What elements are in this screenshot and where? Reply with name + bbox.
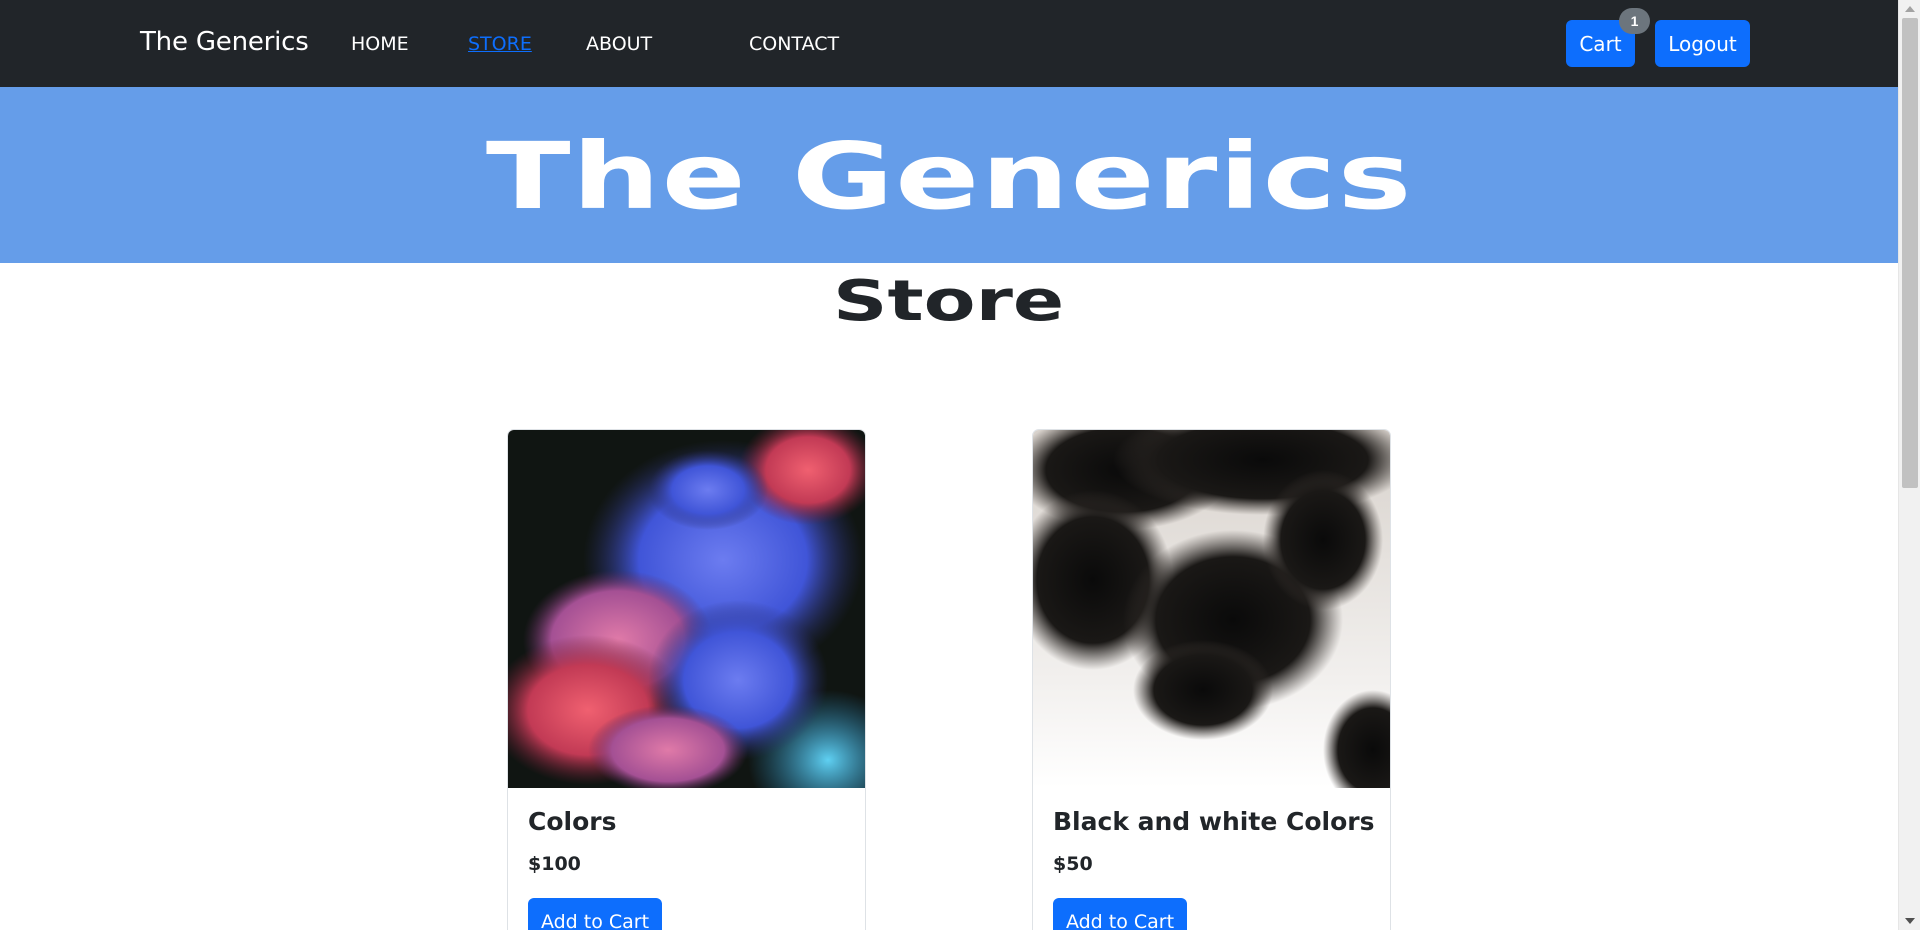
scroll-up-arrow-icon[interactable] (1905, 6, 1915, 12)
nav-contact[interactable]: CONTACT (749, 33, 839, 55)
product-title: Colors (528, 807, 617, 836)
product-card: Colors $100 Add to Cart (507, 429, 866, 930)
hero-banner: The Generics (0, 87, 1898, 263)
nav-store[interactable]: STORE (468, 33, 532, 55)
nav-home[interactable]: HOME (351, 33, 409, 55)
vertical-scrollbar[interactable] (1898, 0, 1920, 930)
brand-logo[interactable]: The Generics (140, 27, 309, 57)
scroll-down-arrow-icon[interactable] (1905, 918, 1915, 924)
product-title: Black and white Colors (1053, 807, 1375, 836)
navbar: The Generics HOME STORE ABOUT CONTACT Ca… (0, 0, 1898, 87)
cart-count-badge: 1 (1619, 8, 1650, 34)
add-to-cart-button[interactable]: Add to Cart (528, 898, 662, 930)
section-title: Store (0, 274, 1898, 330)
product-price: $50 (1053, 853, 1093, 875)
product-image-colors (508, 430, 865, 788)
product-image-black-white (1033, 430, 1390, 788)
product-card: Black and white Colors $50 Add to Cart (1032, 429, 1391, 930)
store-page: The Generics HOME STORE ABOUT CONTACT Ca… (0, 0, 1920, 930)
logout-button[interactable]: Logout (1655, 20, 1750, 67)
hero-title: The Generics (485, 123, 1413, 230)
product-price: $100 (528, 853, 581, 875)
scrollbar-thumb[interactable] (1902, 18, 1918, 488)
nav-about[interactable]: ABOUT (586, 33, 652, 55)
add-to-cart-button[interactable]: Add to Cart (1053, 898, 1187, 930)
section-title-text: Store (833, 269, 1065, 334)
